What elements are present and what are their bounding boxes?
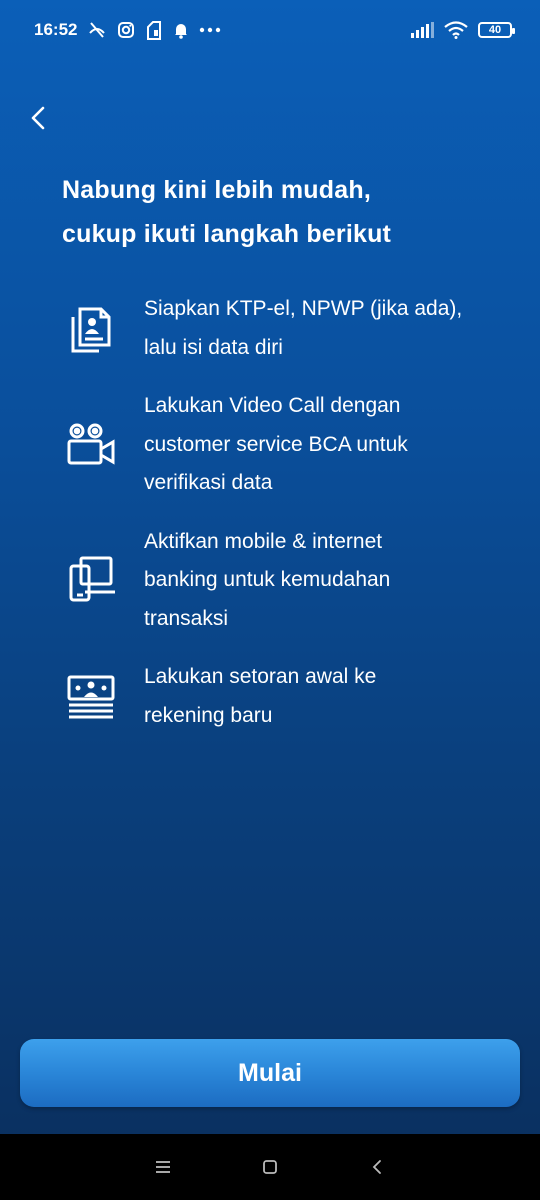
nav-menu-button[interactable]: [143, 1147, 183, 1187]
step-text: Lakukan Video Call dengan: [144, 394, 401, 417]
missed-call-icon: [87, 21, 107, 39]
step-item-video-call: Lakukan Video Call dengan customer servi…: [62, 387, 502, 503]
home-icon: [263, 1160, 277, 1174]
document-id-icon: [62, 300, 120, 358]
menu-icon: [156, 1161, 171, 1173]
step-text: Aktifkan mobile & internet: [144, 529, 383, 553]
page-title-line-1: Nabung kini lebih mudah,: [62, 176, 371, 204]
nav-home-button[interactable]: [250, 1147, 290, 1187]
step-text: Lakukan setoran awal ke: [144, 665, 377, 688]
start-button-label: Mulai: [238, 1058, 302, 1087]
step-text: lalu isi data diri: [144, 335, 283, 359]
start-button[interactable]: Mulai: [20, 1039, 520, 1107]
devices-icon: [62, 551, 120, 609]
wifi-icon: [444, 21, 468, 39]
video-camera-icon: [62, 416, 120, 474]
step-text: customer service BCA untuk: [144, 432, 408, 456]
system-nav-bar: [0, 1134, 540, 1200]
status-bar: 16:52 40: [0, 0, 540, 60]
steps-list: Siapkan KTP-el, NPWP (jika ada), lalu is…: [62, 290, 502, 755]
status-time: 16:52: [34, 20, 78, 39]
nav-back-button[interactable]: [357, 1147, 397, 1187]
chevron-left-icon: [31, 106, 45, 130]
step-item-activate-banking: Aktifkan mobile & internet banking untuk…: [62, 523, 502, 639]
back-icon: [372, 1160, 381, 1174]
notification-bell-icon: [173, 21, 189, 39]
page-title-line-2: cukup ikuti langkah berikut: [62, 220, 392, 248]
step-text: verifikasi data: [144, 471, 273, 494]
battery-level: 40: [488, 24, 502, 36]
back-button[interactable]: [18, 96, 58, 140]
money-stack-icon: [62, 668, 120, 726]
step-text: Siapkan KTP-el, NPWP (jika ada),: [144, 297, 463, 320]
step-text: banking untuk kemudahan: [144, 568, 391, 591]
more-dots-icon: [199, 27, 221, 33]
step-text: rekening baru: [144, 703, 273, 727]
step-text: transaksi: [144, 606, 229, 630]
page-title: Nabung kini lebih mudah, cukup ikuti lan…: [62, 168, 502, 256]
signal-icon: [410, 22, 434, 38]
battery-icon: 40: [478, 22, 515, 38]
sim-icon: [145, 20, 163, 40]
step-item-prepare-documents: Siapkan KTP-el, NPWP (jika ada), lalu is…: [62, 290, 502, 367]
instagram-icon: [117, 21, 135, 39]
step-item-initial-deposit: Lakukan setoran awal ke rekening baru: [62, 658, 502, 735]
